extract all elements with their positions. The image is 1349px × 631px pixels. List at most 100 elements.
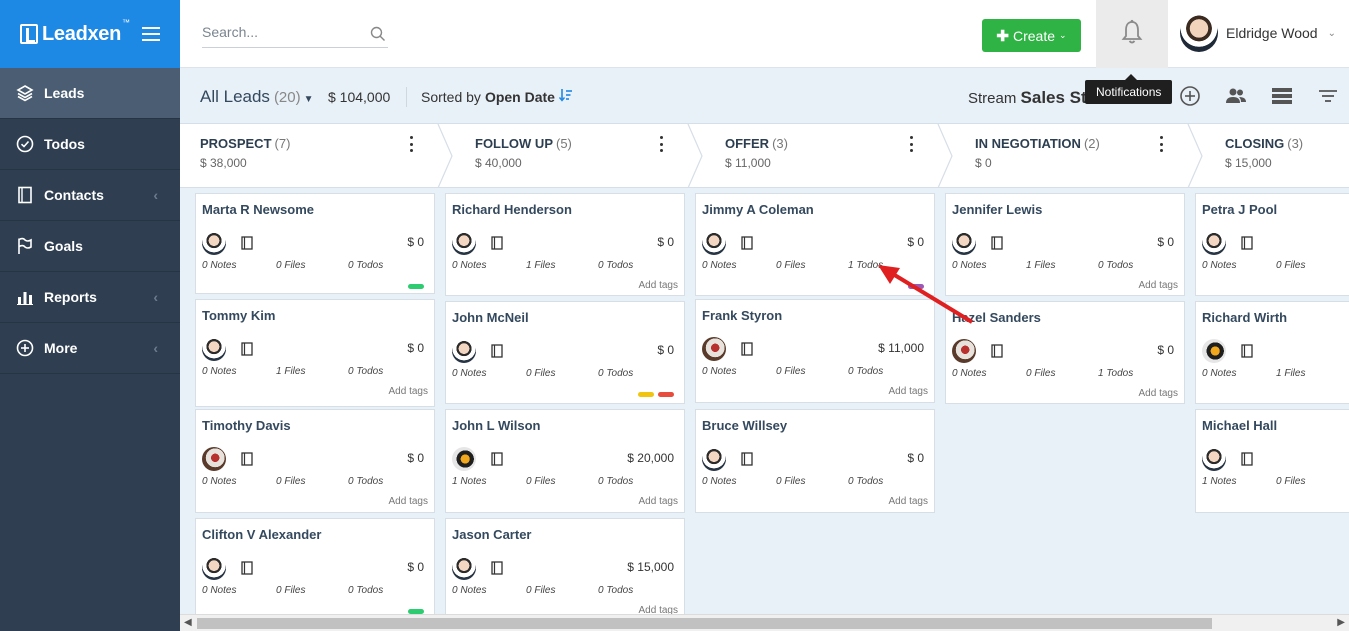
search-input[interactable] [202, 22, 362, 40]
address-book-icon[interactable] [491, 236, 503, 255]
lead-todos[interactable]: 0 Todos [848, 366, 883, 377]
lead-files[interactable]: 0 Files [276, 585, 305, 596]
user-menu[interactable]: Eldridge Wood ⌄ [1180, 14, 1336, 52]
lead-card[interactable]: Marta R Newsome $ 0 0 Notes 0 Files 0 Todos [195, 193, 435, 294]
lead-name[interactable]: Richard Henderson [452, 202, 572, 217]
search-icon[interactable] [370, 26, 386, 47]
lead-files[interactable]: 1 Files [276, 366, 305, 377]
lead-card[interactable]: Jennifer Lewis $ 0 0 Notes 1 Files 0 Todos Ad… [945, 193, 1185, 296]
address-book-icon[interactable] [491, 452, 503, 471]
address-book-icon[interactable] [241, 561, 253, 580]
lead-notes[interactable]: 0 Notes [952, 260, 986, 271]
lead-files[interactable]: 1 Files [1026, 260, 1055, 271]
lead-todos[interactable]: 0 Todos [598, 260, 633, 271]
add-lead-icon[interactable] [1178, 84, 1202, 108]
lead-todos[interactable]: 0 Todos [348, 260, 383, 271]
lead-files[interactable]: 0 Files [1026, 368, 1055, 379]
lead-files[interactable]: 0 Files [276, 476, 305, 487]
lead-files[interactable]: 0 Files [1276, 476, 1305, 487]
lead-todos[interactable]: 0 Todos [1098, 260, 1133, 271]
add-tags-link[interactable]: Add tags [389, 386, 428, 397]
address-book-icon[interactable] [491, 561, 503, 580]
lead-card[interactable]: Richard Henderson $ 0 0 Notes 1 Files 0 Todo… [445, 193, 685, 296]
add-tags-link[interactable]: Add tags [639, 280, 678, 291]
lead-files[interactable]: 0 Files [526, 585, 555, 596]
address-book-icon[interactable] [1241, 452, 1253, 471]
lead-name[interactable]: John McNeil [452, 310, 529, 325]
address-book-icon[interactable] [241, 236, 253, 255]
scrollbar-thumb[interactable] [197, 618, 1212, 629]
lead-tag[interactable] [658, 392, 674, 397]
lead-card[interactable]: Michael Hall 1 Notes 0 Files [1195, 409, 1349, 513]
address-book-icon[interactable] [1241, 236, 1253, 255]
lead-name[interactable]: Tommy Kim [202, 308, 275, 323]
lead-notes[interactable]: 0 Notes [702, 476, 736, 487]
sidebar-item-leads[interactable]: Leads [0, 68, 180, 119]
lead-card[interactable]: Timothy Davis $ 0 0 Notes 0 Files 0 Todos Add… [195, 409, 435, 513]
lead-notes[interactable]: 0 Notes [202, 476, 236, 487]
sidebar-item-goals[interactable]: Goals [0, 221, 180, 272]
address-book-icon[interactable] [241, 342, 253, 361]
lead-card[interactable]: Clifton V Alexander $ 0 0 Notes 0 Files 0 To… [195, 518, 435, 614]
lead-todos[interactable]: 0 Todos [848, 476, 883, 487]
add-tags-link[interactable]: Add tags [639, 496, 678, 507]
add-tags-link[interactable]: Add tags [889, 496, 928, 507]
lead-card[interactable]: John L Wilson $ 20,000 1 Notes 0 Files 0 Tod… [445, 409, 685, 513]
lead-files[interactable]: 0 Files [276, 260, 305, 271]
lead-name[interactable]: Hazel Sanders [952, 310, 1041, 325]
address-book-icon[interactable] [241, 452, 253, 471]
lead-notes[interactable]: 1 Notes [452, 476, 486, 487]
add-tags-link[interactable]: Add tags [889, 386, 928, 397]
lead-notes[interactable]: 0 Notes [1202, 260, 1236, 271]
lead-todos[interactable]: 0 Todos [598, 368, 633, 379]
lead-name[interactable]: Timothy Davis [202, 418, 291, 433]
lead-todos[interactable]: 0 Todos [348, 366, 383, 377]
lead-name[interactable]: Petra J Pool [1202, 202, 1277, 217]
horizontal-scrollbar[interactable]: ◀ ▶ [180, 614, 1349, 631]
lead-files[interactable]: 0 Files [776, 366, 805, 377]
address-book-icon[interactable] [741, 342, 753, 361]
lead-notes[interactable]: 0 Notes [702, 260, 736, 271]
lead-files[interactable]: 1 Files [526, 260, 555, 271]
add-tags-link[interactable]: Add tags [389, 496, 428, 507]
lead-card[interactable]: Richard Wirth 0 Notes 1 Files [1195, 301, 1349, 404]
lead-todos[interactable]: 0 Todos [598, 476, 633, 487]
lead-card[interactable]: Petra J Pool 0 Notes 0 Files [1195, 193, 1349, 296]
lead-name[interactable]: Jennifer Lewis [952, 202, 1042, 217]
create-button[interactable]: ✚ Create ⌄ [982, 19, 1081, 52]
lead-files[interactable]: 0 Files [526, 476, 555, 487]
lead-tag[interactable] [408, 284, 424, 289]
lead-notes[interactable]: 1 Notes [1202, 476, 1236, 487]
lead-name[interactable]: Michael Hall [1202, 418, 1277, 433]
address-book-icon[interactable] [741, 236, 753, 255]
lead-notes[interactable]: 0 Notes [202, 366, 236, 377]
lead-notes[interactable]: 0 Notes [452, 585, 486, 596]
add-tags-link[interactable]: Add tags [1139, 280, 1178, 291]
lead-name[interactable]: Clifton V Alexander [202, 527, 321, 542]
lead-name[interactable]: Bruce Willsey [702, 418, 787, 433]
scroll-left-icon[interactable]: ◀ [184, 617, 192, 628]
lead-name[interactable]: Jason Carter [452, 527, 531, 542]
lead-name[interactable]: John L Wilson [452, 418, 540, 433]
lead-name[interactable]: Marta R Newsome [202, 202, 314, 217]
lead-name[interactable]: Richard Wirth [1202, 310, 1287, 325]
lead-notes[interactable]: 0 Notes [702, 366, 736, 377]
address-book-icon[interactable] [491, 344, 503, 363]
sort-control[interactable]: Sorted by Open Date [421, 88, 573, 105]
lead-card[interactable]: Jason Carter $ 15,000 0 Notes 0 Files 0 Todo… [445, 518, 685, 614]
lead-notes[interactable]: 0 Notes [952, 368, 986, 379]
lead-todos[interactable]: 1 Todos [848, 260, 883, 271]
filter-icon[interactable] [1316, 84, 1340, 108]
address-book-icon[interactable] [1241, 344, 1253, 363]
lead-files[interactable]: 0 Files [776, 476, 805, 487]
lead-todos[interactable]: 0 Todos [348, 585, 383, 596]
address-book-icon[interactable] [991, 344, 1003, 363]
lead-notes[interactable]: 0 Notes [202, 585, 236, 596]
address-book-icon[interactable] [991, 236, 1003, 255]
lead-files[interactable]: 0 Files [776, 260, 805, 271]
sidebar-item-contacts[interactable]: Contacts ‹ [0, 170, 180, 221]
add-tags-link[interactable]: Add tags [639, 605, 678, 614]
lead-name[interactable]: Frank Styron [702, 308, 782, 323]
lead-card[interactable]: Hazel Sanders $ 0 0 Notes 0 Files 1 Todos Add… [945, 301, 1185, 404]
team-icon[interactable] [1224, 84, 1248, 108]
